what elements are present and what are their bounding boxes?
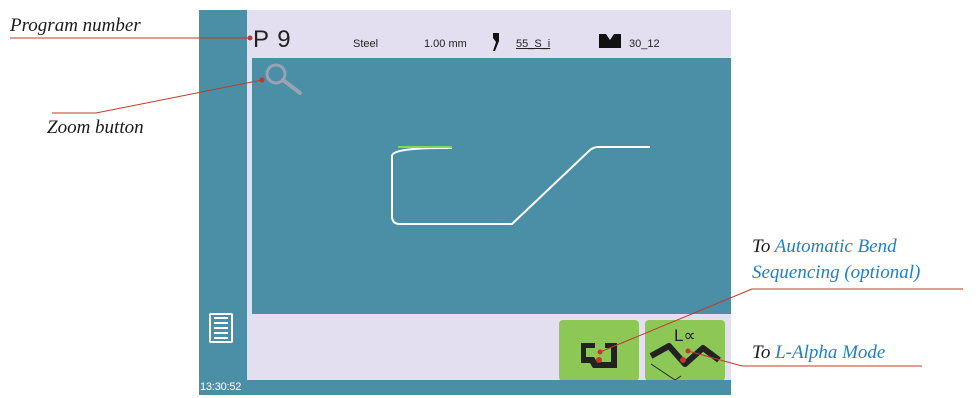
- annotation-automatic-bend-sequencing: To Automatic Bend Sequencing (optional): [752, 234, 920, 286]
- thickness-label: 1.00 mm: [424, 38, 467, 50]
- program-number[interactable]: P 9: [253, 26, 292, 54]
- annotation-program-number: Program number: [10, 15, 141, 36]
- clock-time: 13:30:52: [200, 381, 242, 393]
- machine-screen: P 9 Steel 1.00 mm 55_S_i 30_12 L∝ 13:30:…: [199, 10, 731, 395]
- l-alpha-label: L∝: [674, 326, 696, 345]
- material-label: Steel: [353, 38, 379, 50]
- annotation-abs-prefix: To: [752, 236, 775, 257]
- die-tool-icon: [599, 34, 621, 48]
- bend-sequence-icon: [581, 343, 617, 368]
- profile-shape: [391, 146, 650, 225]
- die-label: 30_12: [629, 38, 660, 50]
- status-bar: 13:30:52: [199, 380, 731, 395]
- automatic-bend-sequencing-button[interactable]: [559, 320, 639, 381]
- left-sidebar: [199, 10, 247, 395]
- annotation-lalpha-prefix: To: [752, 342, 776, 363]
- annotation-abs-link-line1[interactable]: Automatic Bend: [775, 236, 897, 257]
- l-alpha-mode-button[interactable]: L∝: [645, 320, 725, 381]
- annotation-lalpha-link[interactable]: L-Alpha Mode: [775, 342, 885, 363]
- punch-label: 55_S_i: [516, 38, 551, 50]
- bend-profile-drawing: [252, 58, 731, 314]
- punch-tool-icon: [493, 33, 499, 51]
- program-header: P 9 Steel 1.00 mm 55_S_i 30_12: [251, 10, 731, 58]
- annotation-l-alpha-mode: To L-Alpha Mode: [752, 341, 885, 365]
- list-icon[interactable]: [209, 313, 233, 343]
- annotation-zoom-button: Zoom button: [47, 117, 144, 138]
- annotation-abs-link-line2[interactable]: Sequencing (optional): [752, 262, 920, 283]
